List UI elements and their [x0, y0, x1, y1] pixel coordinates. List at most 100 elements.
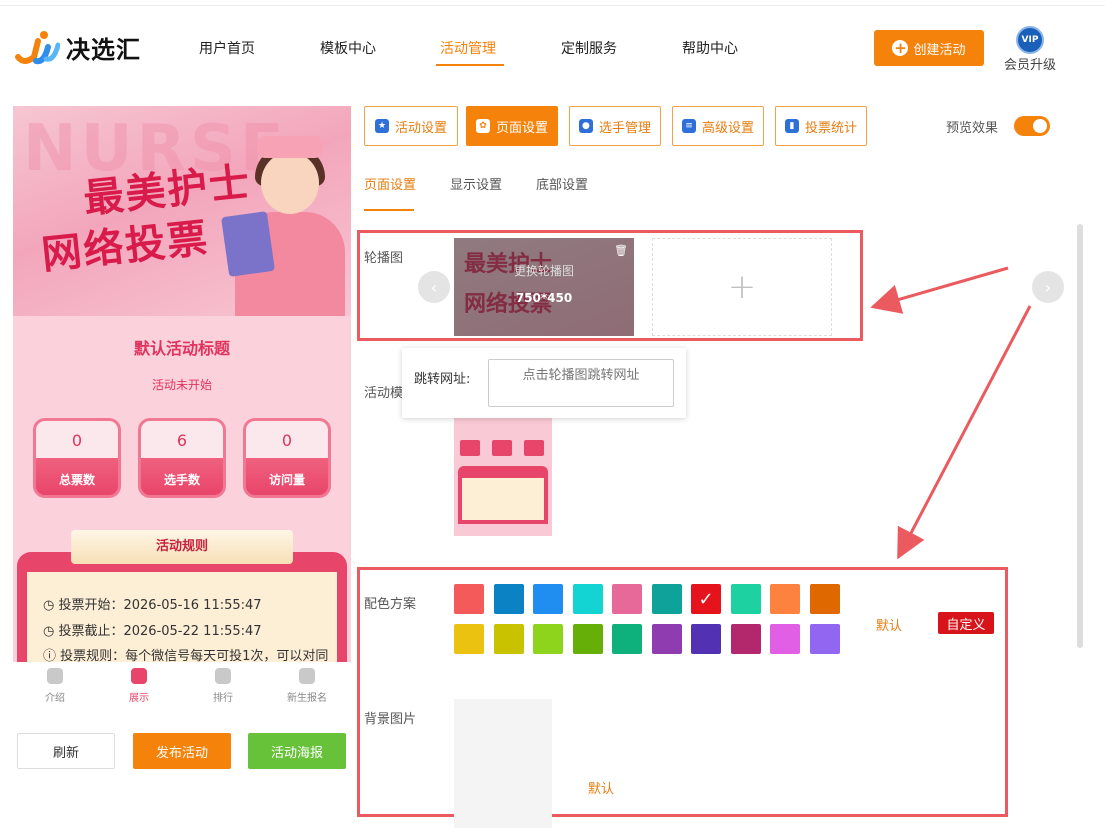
trash-icon[interactable]: 🗑	[614, 244, 628, 257]
button-label: 页面设置	[495, 120, 548, 136]
tab-ranking[interactable]: 排行	[181, 662, 265, 710]
clipboard-illustration	[221, 211, 275, 277]
color-swatch[interactable]: ✓	[691, 584, 721, 614]
stat-total-votes: 0 总票数	[33, 418, 121, 498]
chevron-left-icon: ‹	[430, 277, 438, 297]
rule-vote-start: ◷ 投票开始：2026-05-16 11:55:47	[43, 594, 262, 613]
preview-tabbar: 介绍 展示 排行 新生报名	[13, 662, 351, 710]
vote-statistics-button[interactable]: ▮ 投票统计	[775, 106, 867, 146]
subtab-display-settings[interactable]: 显示设置	[450, 174, 502, 193]
color-swatch[interactable]	[770, 584, 800, 614]
carousel-prev-button[interactable]: ‹	[418, 271, 450, 303]
color-swatch[interactable]	[572, 584, 603, 614]
tab-label: 介绍	[45, 693, 65, 704]
background-image-label: 背景图片	[364, 712, 417, 727]
phone-preview: NURSE 最美护士 网络投票 默认活动标题 活动未开始 0 总票数 6 选手数…	[13, 106, 351, 662]
nav-active-underline	[436, 64, 504, 66]
checkmark-icon: ✓	[698, 588, 714, 610]
tab-label: 展示	[129, 693, 149, 704]
toggle-knob	[1033, 119, 1047, 133]
subtab-page-settings[interactable]: 页面设置	[364, 174, 416, 193]
stat-value: 0	[281, 431, 293, 450]
activity-title: 默认活动标题	[133, 339, 230, 358]
add-carousel-button[interactable]: +	[652, 238, 832, 336]
carousel-overlay	[454, 238, 634, 336]
color-swatch[interactable]	[691, 624, 721, 654]
publish-button[interactable]: 发布活动	[133, 733, 231, 769]
page-settings-button[interactable]: ✿ 页面设置	[466, 106, 558, 146]
color-custom-button[interactable]: 自定义	[938, 612, 994, 634]
tab-intro[interactable]: 介绍	[13, 662, 97, 710]
preview-banner: NURSE 最美护士 网络投票	[13, 106, 351, 316]
template-stat-box	[524, 440, 544, 456]
tab-display[interactable]: 展示	[97, 662, 181, 710]
settings-icon: ≡	[681, 119, 696, 133]
vip-icon[interactable]: VIP	[1016, 26, 1044, 54]
rule-text: 投票截止：2026-05-22 11:55:47	[58, 624, 262, 639]
gift-icon	[131, 668, 147, 684]
tab-label: 排行	[213, 693, 233, 704]
subtab-footer-settings[interactable]: 底部设置	[536, 174, 588, 193]
plus-icon: +	[892, 38, 909, 57]
replace-carousel-text[interactable]: 更换轮播图	[454, 262, 634, 279]
carousel-next-button[interactable]: ›	[1032, 271, 1064, 303]
color-swatch[interactable]	[770, 624, 800, 654]
poster-button[interactable]: 活动海报	[248, 733, 346, 769]
color-swatch[interactable]	[651, 584, 682, 614]
color-swatch[interactable]	[612, 584, 642, 614]
color-swatch[interactable]	[493, 584, 524, 614]
stat-label: 访问量	[268, 473, 305, 487]
link-label: 跳转网址:	[414, 372, 471, 387]
contestant-management-button[interactable]: ● 选手管理	[569, 106, 661, 146]
background-default-option[interactable]: 默认	[588, 778, 614, 797]
nav-help[interactable]: 帮助中心	[682, 38, 738, 68]
color-swatch[interactable]	[454, 624, 484, 654]
button-label: 高级设置	[701, 120, 754, 136]
clock-icon: ◷	[43, 598, 59, 613]
link-url-input[interactable]	[488, 359, 674, 407]
logo[interactable]: 决选汇	[14, 25, 141, 69]
create-activity-button[interactable]: + 创建活动	[874, 30, 984, 66]
refresh-button[interactable]: 刷新	[17, 733, 115, 769]
rule-vote-end: ◷ 投票截止：2026-05-22 11:55:47	[43, 620, 262, 639]
color-swatch[interactable]	[809, 584, 840, 614]
color-swatch[interactable]	[533, 584, 563, 614]
scrollbar[interactable]	[1077, 224, 1083, 648]
heart-icon	[215, 668, 231, 684]
color-swatch[interactable]	[572, 624, 603, 654]
link-popup: 跳转网址:	[402, 348, 686, 418]
activity-status: 活动未开始	[151, 378, 212, 392]
activity-settings-button[interactable]: ★ 活动设置	[364, 106, 458, 146]
carousel-label: 轮播图	[364, 251, 404, 266]
template-thumbnail[interactable]	[454, 418, 552, 536]
color-swatch[interactable]	[612, 624, 642, 654]
preview-toggle[interactable]	[1014, 116, 1050, 136]
carousel-image[interactable]: 最美护士 网络投票 更换轮播图 750*450 🗑	[454, 238, 634, 336]
button-label: 选手管理	[598, 120, 651, 136]
color-swatch[interactable]	[493, 624, 524, 654]
gear-icon: ✿	[475, 119, 490, 133]
vip-upgrade-link[interactable]: 会员升级	[1004, 54, 1056, 73]
nurse-illustration-face	[261, 152, 319, 214]
rule-text: 投票开始：2026-05-16 11:55:47	[58, 598, 262, 613]
color-swatch[interactable]	[730, 584, 761, 614]
tab-signup[interactable]: 新生报名	[265, 662, 349, 710]
advanced-settings-button[interactable]: ≡ 高级设置	[672, 106, 764, 146]
chevron-right-icon: ›	[1044, 277, 1052, 297]
rule-vote-rule: ⓘ 投票规则：每个微信号每天可投1次，可以对同	[43, 645, 328, 662]
nav-home[interactable]: 用户首页	[199, 38, 255, 68]
color-swatch[interactable]	[533, 624, 563, 654]
color-default-option[interactable]: 默认	[876, 615, 902, 634]
star-icon: ★	[374, 119, 389, 133]
nav-custom-service[interactable]: 定制服务	[561, 38, 617, 68]
color-swatch[interactable]	[809, 624, 840, 654]
color-swatch[interactable]	[454, 584, 484, 614]
color-swatch[interactable]	[730, 624, 761, 654]
tab-label: 新生报名	[287, 693, 327, 704]
stat-label: 总票数	[58, 473, 95, 487]
template-label: 活动模	[364, 386, 404, 401]
nav-templates[interactable]: 模板中心	[320, 38, 376, 68]
logo-icon	[15, 31, 60, 65]
background-image-box[interactable]	[454, 699, 552, 828]
color-swatch[interactable]	[651, 624, 682, 654]
